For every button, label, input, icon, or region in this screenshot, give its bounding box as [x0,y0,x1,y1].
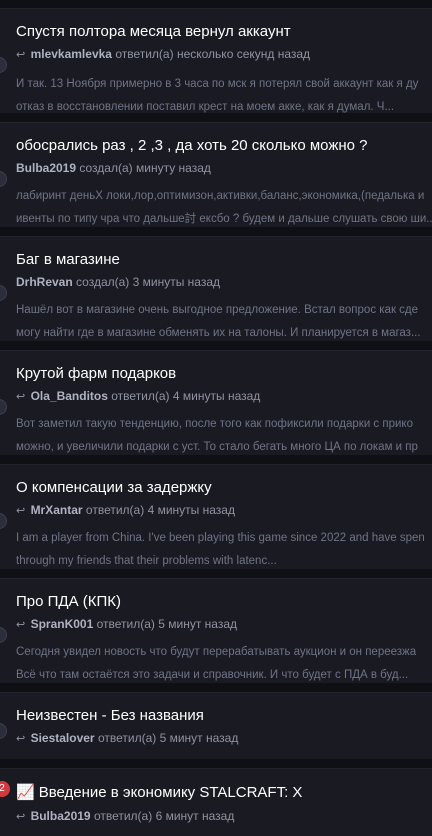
timestamp: 5 минут назад [158,617,238,631]
chart-increasing-icon: 📈 [16,784,35,801]
action-text: ответил(а) [96,617,155,631]
reply-arrow-icon: ↩ [16,733,26,745]
topic-card[interactable]: Неизвестен - Без названия ↩ Siestalover … [0,692,432,759]
action-text: ответил(а) [115,47,174,61]
topic-title[interactable]: Про ПДА (КПК) [16,593,121,610]
author-link[interactable]: DrhRevan [16,275,73,289]
timestamp: 3 минуты назад [132,275,221,289]
topic-feed: Спустя полтора месяца вернул аккаунт ↩ m… [0,0,432,836]
topic-card[interactable]: Баг в магазине DrhRevan создал(а) 3 мину… [0,236,432,341]
topic-meta: DrhRevan создал(а) 3 минуты назад [16,275,220,289]
excerpt-line: лабиринт деньХ локи,лор,оптимизон,активк… [16,190,425,202]
author-link[interactable]: MrXantar [31,503,83,517]
avatar[interactable] [0,723,7,739]
reply-arrow-icon: ↩ [16,619,26,631]
topic-title[interactable]: О компенсации за задержку [16,479,212,496]
topic-excerpt: лабиринт деньХ локи,лор,оптимизон,активк… [16,185,432,227]
topic-card[interactable]: обосрались раз , 2 ,3 , да хоть 20 сколь… [0,122,432,227]
action-text: ответил(а) [97,731,157,745]
topic-excerpt: И так. 13 Ноября примерно в 3 часа по мс… [16,73,432,113]
topic-title-row[interactable]: 📈 Введение в экономику STALCRAFT: X [16,783,302,801]
topic-title[interactable]: Введение в экономику STALCRAFT: X [39,784,303,801]
topic-title[interactable]: Спустя полтора месяца вернул аккаунт [16,23,291,40]
timestamp: 6 минут назад [155,809,235,823]
avatar[interactable] [0,285,7,301]
excerpt-line: ивенты по типу чра что дальше討 ексбо ? б… [16,213,432,225]
excerpt-line: Всё что там остаётся это задачи и справо… [16,669,409,681]
excerpt-line: И так. 13 Ноября примерно в 3 часа по мс… [16,78,419,90]
action-text: ответил(а) [93,809,153,823]
topic-meta: ↩ Bulba2019 ответил(а) 6 минут назад [16,809,234,823]
reply-arrow-icon: ↩ [16,505,26,517]
avatar[interactable] [0,399,7,415]
avatar[interactable] [0,57,7,73]
topic-title[interactable]: Крутой фарм подарков [16,365,176,382]
action-text: создал(а) [79,161,133,175]
topic-excerpt: Вот заметил такую тенденцию, после того … [16,413,432,455]
topic-excerpt: Сегодня увидел новость что будут перераб… [16,641,432,683]
topic-card[interactable]: О компенсации за задержку ↩ MrXantar отв… [0,464,432,569]
timestamp: минуту назад [135,161,211,175]
timestamp: несколько секунд назад [176,47,311,61]
topic-meta: ↩ SpranK001 ответил(а) 5 минут назад [16,617,237,631]
excerpt-line: I am a player from China. I've been play… [16,532,425,544]
topic-meta: Bulba2019 создал(а) минуту назад [16,161,211,175]
excerpt-line: Вот заметил такую тенденцию, после того … [16,418,413,430]
author-link[interactable]: SpranK001 [31,617,94,631]
author-link[interactable]: Bulba2019 [16,161,76,175]
topic-title[interactable]: Неизвестен - Без названия [16,707,204,724]
topic-meta: ↩ mlevkamlevka ответил(а) несколько секу… [16,47,310,61]
action-text: ответил(а) [85,503,145,517]
topic-card[interactable]: Спустя полтора месяца вернул аккаунт ↩ m… [0,8,432,113]
avatar[interactable] [0,627,7,643]
reply-arrow-icon: ↩ [16,391,26,403]
author-link[interactable]: Bulba2019 [31,809,91,823]
timestamp: 4 минуты назад [147,503,235,517]
topic-card[interactable]: Крутой фарм подарков ↩ Ola_Banditos отве… [0,350,432,455]
author-link[interactable]: Siestalover [31,731,95,745]
topic-title[interactable]: обосрались раз , 2 ,3 , да хоть 20 сколь… [16,137,368,154]
topic-card[interactable]: Про ПДА (КПК) ↩ SpranK001 ответил(а) 5 м… [0,578,432,683]
reply-arrow-icon: ↩ [16,811,26,823]
excerpt-line: through my friends that their problems w… [16,555,277,567]
excerpt-line: отказ в восстановлении поставил крест на… [16,101,395,113]
action-text: создал(а) [76,275,130,289]
reply-arrow-icon: ↩ [16,49,26,61]
excerpt-line: могу найти где в магазине обменять их на… [16,327,421,339]
author-link[interactable]: mlevkamlevka [31,47,112,61]
avatar[interactable] [0,513,7,529]
topic-title[interactable]: Баг в магазине [16,251,120,268]
timestamp: 5 минут назад [159,731,239,745]
excerpt-line: можно, и увеличили подарки с уст. То ста… [16,441,418,453]
topic-card[interactable]: 📈 Введение в экономику STALCRAFT: X ↩ Bul… [0,768,432,836]
topic-meta: ↩ Siestalover ответил(а) 5 минут назад [16,731,238,745]
topic-meta: ↩ MrXantar ответил(а) 4 минуты назад [16,503,235,517]
topic-excerpt: Нашёл вот в магазине очень выгодное пред… [16,299,432,341]
avatar[interactable] [0,171,7,187]
excerpt-line: Нашёл вот в магазине очень выгодное пред… [16,304,419,316]
author-link[interactable]: Ola_Banditos [31,389,108,403]
topic-excerpt: I am a player from China. I've been play… [16,527,432,569]
topic-meta: ↩ Ola_Banditos ответил(а) 4 минуты назад [16,389,260,403]
action-text: ответил(а) [111,389,170,403]
timestamp: 4 минуты назад [172,389,261,403]
excerpt-line: Сегодня увидел новость что будут перераб… [16,646,417,658]
